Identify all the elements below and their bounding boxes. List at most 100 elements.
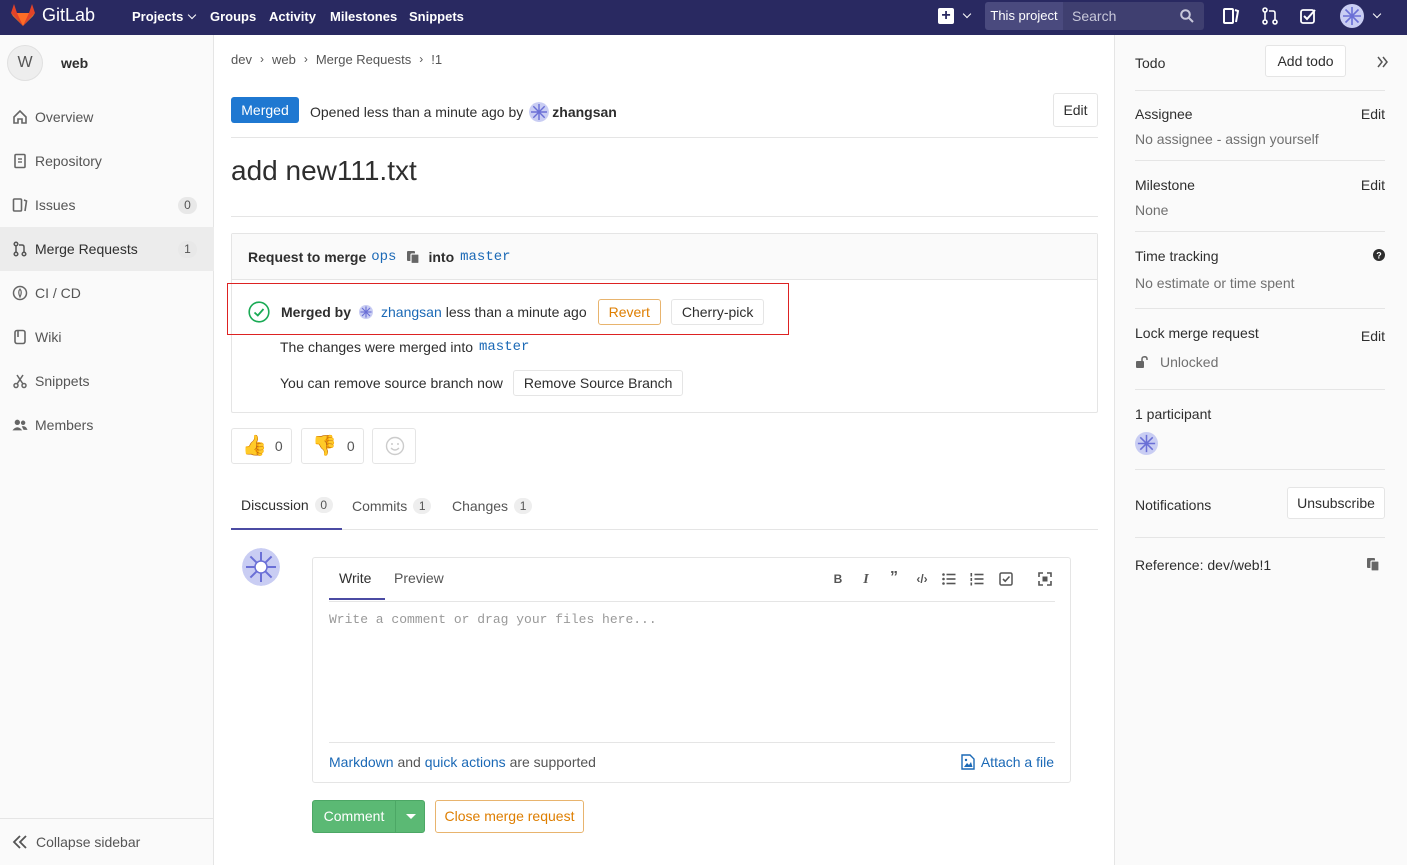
breadcrumb-dev[interactable]: dev	[231, 52, 252, 67]
chevron-down-icon	[1372, 9, 1382, 19]
todo-check-icon[interactable]	[1299, 7, 1317, 25]
tab-changes[interactable]: Changes 1	[452, 481, 533, 530]
thumbsdown-icon: 👎	[312, 435, 337, 457]
nav-groups[interactable]: Groups	[210, 9, 256, 24]
merged-by-line: Merged by zhangsan less than a minute ag…	[248, 299, 765, 325]
chevron-down-icon	[188, 10, 197, 20]
help-icon[interactable]: ?	[1373, 248, 1385, 264]
sidebar-item-repository[interactable]: Repository	[0, 139, 214, 183]
sidebar-item-members[interactable]: Members	[0, 403, 214, 447]
gitlab-logo[interactable]: GitLab	[10, 3, 95, 27]
sidebar-item-label: CI / CD	[35, 285, 81, 301]
sidebar-item-wiki[interactable]: Wiki	[0, 315, 214, 359]
merged-target-branch[interactable]: master	[479, 339, 529, 355]
sidebar-item-issues[interactable]: Issues 0	[0, 183, 214, 227]
source-branch[interactable]: ops	[371, 249, 396, 265]
tab-discussion[interactable]: Discussion 0	[231, 481, 342, 530]
thumbsdown-count: 0	[346, 438, 355, 454]
copy-icon[interactable]	[406, 250, 421, 264]
bullet-list-icon[interactable]	[942, 572, 956, 586]
project-header[interactable]: W web	[7, 45, 88, 81]
unsubscribe-button[interactable]: Unsubscribe	[1287, 487, 1385, 519]
edit-mr-button[interactable]: Edit	[1053, 93, 1098, 127]
nav-projects[interactable]: Projects	[132, 9, 197, 24]
target-branch[interactable]: master	[460, 249, 510, 265]
mr-widget-header: Request to merge ops into master	[232, 234, 1097, 280]
italic-icon[interactable]: I	[859, 572, 873, 587]
divider	[329, 601, 1055, 602]
search-scope[interactable]: This project	[985, 2, 1063, 30]
reference-block: Reference: dev/web!1	[1135, 557, 1385, 573]
assignee-title: Assignee	[1135, 106, 1193, 122]
search-input[interactable]: Search	[1063, 2, 1204, 30]
thumbsdown-award-button[interactable]: 👎 0	[301, 428, 364, 464]
image-file-icon	[961, 754, 975, 770]
sidebar-item-overview[interactable]: Overview	[0, 95, 214, 139]
time-tracking-value: No estimate or time spent	[1135, 275, 1295, 291]
comment-textarea[interactable]: Write a comment or drag your files here.…	[329, 612, 657, 627]
issues-icon[interactable]	[1222, 7, 1240, 25]
current-user-avatar[interactable]	[242, 548, 280, 586]
sidebar-item-label: Snippets	[35, 373, 90, 389]
breadcrumb-merge-requests[interactable]: Merge Requests	[316, 52, 411, 67]
quick-actions-link[interactable]: quick actions	[425, 754, 506, 770]
numbered-list-icon[interactable]	[970, 572, 984, 586]
attach-file-button[interactable]: Attach a file	[961, 754, 1054, 770]
scissors-icon	[12, 373, 28, 389]
mr-opened-info: Opened less than a minute ago by zhangsa…	[310, 102, 617, 122]
merged-time: less than a minute ago	[445, 304, 587, 320]
merger-avatar[interactable]	[359, 305, 374, 319]
home-icon	[12, 109, 28, 125]
merge-request-icon[interactable]	[1261, 7, 1279, 25]
bold-icon[interactable]: B	[831, 572, 845, 586]
double-chevron-right-icon[interactable]	[1377, 55, 1389, 71]
participant-avatar[interactable]	[1135, 432, 1158, 455]
collapse-sidebar-button[interactable]: Collapse sidebar	[0, 818, 214, 865]
check-circle-icon	[248, 301, 270, 323]
sidebar-item-ci-cd[interactable]: CI / CD	[0, 271, 214, 315]
tab-commits[interactable]: Commits 1	[352, 481, 432, 530]
divider	[1135, 537, 1385, 538]
author-avatar[interactable]	[529, 102, 550, 122]
author-link[interactable]: zhangsan	[552, 104, 617, 120]
lock-edit-link[interactable]: Edit	[1361, 328, 1385, 344]
user-avatar-icon[interactable]	[1340, 4, 1364, 28]
remove-source-branch-button[interactable]: Remove Source Branch	[512, 370, 684, 396]
close-merge-request-button[interactable]: Close merge request	[435, 800, 584, 833]
merger-link[interactable]: zhangsan	[381, 304, 442, 320]
nav-snippets[interactable]: Snippets	[409, 9, 464, 24]
caret-down-icon[interactable]	[406, 814, 416, 819]
breadcrumb-web[interactable]: web	[272, 52, 296, 67]
search-icon	[1180, 9, 1194, 23]
revert-button[interactable]: Revert	[597, 299, 661, 325]
fullscreen-icon[interactable]	[1038, 572, 1052, 586]
tab-write[interactable]: Write	[329, 570, 385, 600]
tab-preview[interactable]: Preview	[394, 570, 444, 586]
sidebar-item-merge-requests[interactable]: Merge Requests 1	[0, 227, 214, 271]
sidebar-item-snippets[interactable]: Snippets	[0, 359, 214, 403]
divider	[1135, 90, 1385, 91]
add-reaction-button[interactable]	[372, 428, 416, 464]
task-list-icon[interactable]	[999, 572, 1013, 586]
comment-button[interactable]: Comment	[313, 801, 396, 832]
add-todo-button[interactable]: Add todo	[1265, 45, 1346, 77]
milestone-edit-link[interactable]: Edit	[1361, 177, 1385, 193]
assignee-edit-link[interactable]: Edit	[1361, 106, 1385, 122]
lock-value-row: Unlocked	[1135, 354, 1385, 370]
nav-activity[interactable]: Activity	[269, 9, 316, 24]
new-plus-icon[interactable]: +	[938, 8, 954, 24]
nav-milestones[interactable]: Milestones	[330, 9, 397, 24]
markdown-link[interactable]: Markdown	[329, 754, 394, 770]
comment-button-group: Comment	[312, 800, 425, 833]
chevron-right-icon: ›	[259, 52, 264, 66]
issues-icon	[12, 197, 28, 213]
quote-icon[interactable]: ”	[887, 569, 901, 586]
reference-text: Reference: dev/web!1	[1135, 557, 1272, 573]
code-icon[interactable]: ‹/›	[913, 572, 931, 586]
cherry-pick-button[interactable]: Cherry-pick	[670, 299, 765, 325]
milestone-value: None	[1135, 202, 1169, 218]
assignee-value[interactable]: No assignee - assign yourself	[1135, 131, 1385, 147]
thumbsup-award-button[interactable]: 👍 0	[231, 428, 292, 464]
breadcrumb-mr-id[interactable]: !1	[431, 52, 442, 67]
copy-icon[interactable]	[1366, 557, 1380, 575]
